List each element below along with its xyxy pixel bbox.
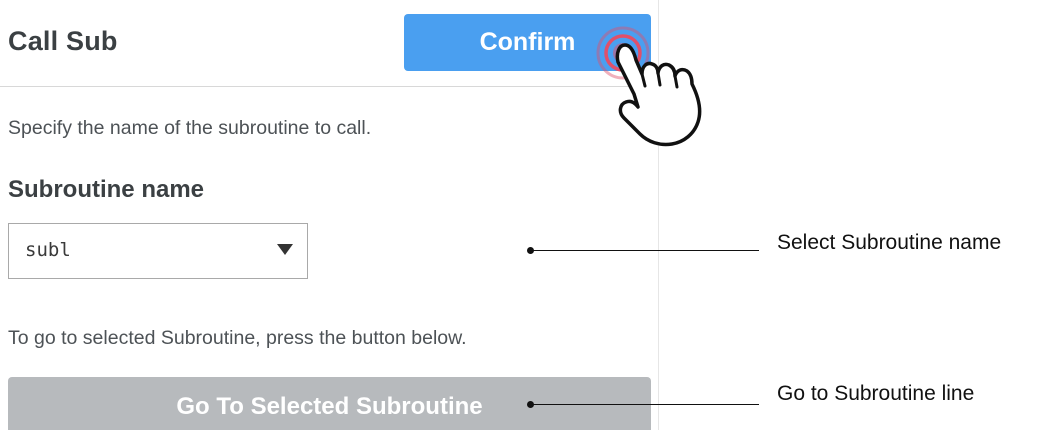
dropdown-arrow-icon (277, 244, 293, 255)
goto-callout-line (531, 404, 759, 405)
subroutine-select-value: subl (25, 239, 71, 261)
pointing-hand-click-icon (596, 26, 702, 147)
select-callout-line (531, 250, 759, 251)
subroutine-name-label: Subroutine name (8, 176, 205, 203)
select-callout-label: Select Subroutine name (777, 231, 1002, 254)
panel-title: Call Sub (8, 26, 118, 56)
call-sub-panel: Call Sub Confirm Specify the name of the… (0, 0, 659, 430)
subroutine-name-select[interactable]: subl (8, 223, 308, 279)
panel-description: Specify the name of the subroutine to ca… (8, 117, 372, 139)
goto-hint-text: To go to selected Subroutine, press the … (8, 327, 467, 349)
panel-header: Call Sub Confirm (0, 0, 658, 87)
goto-callout-label: Go to Subroutine line (777, 382, 975, 405)
screenshot-stage: Call Sub Confirm Specify the name of the… (0, 0, 1052, 430)
